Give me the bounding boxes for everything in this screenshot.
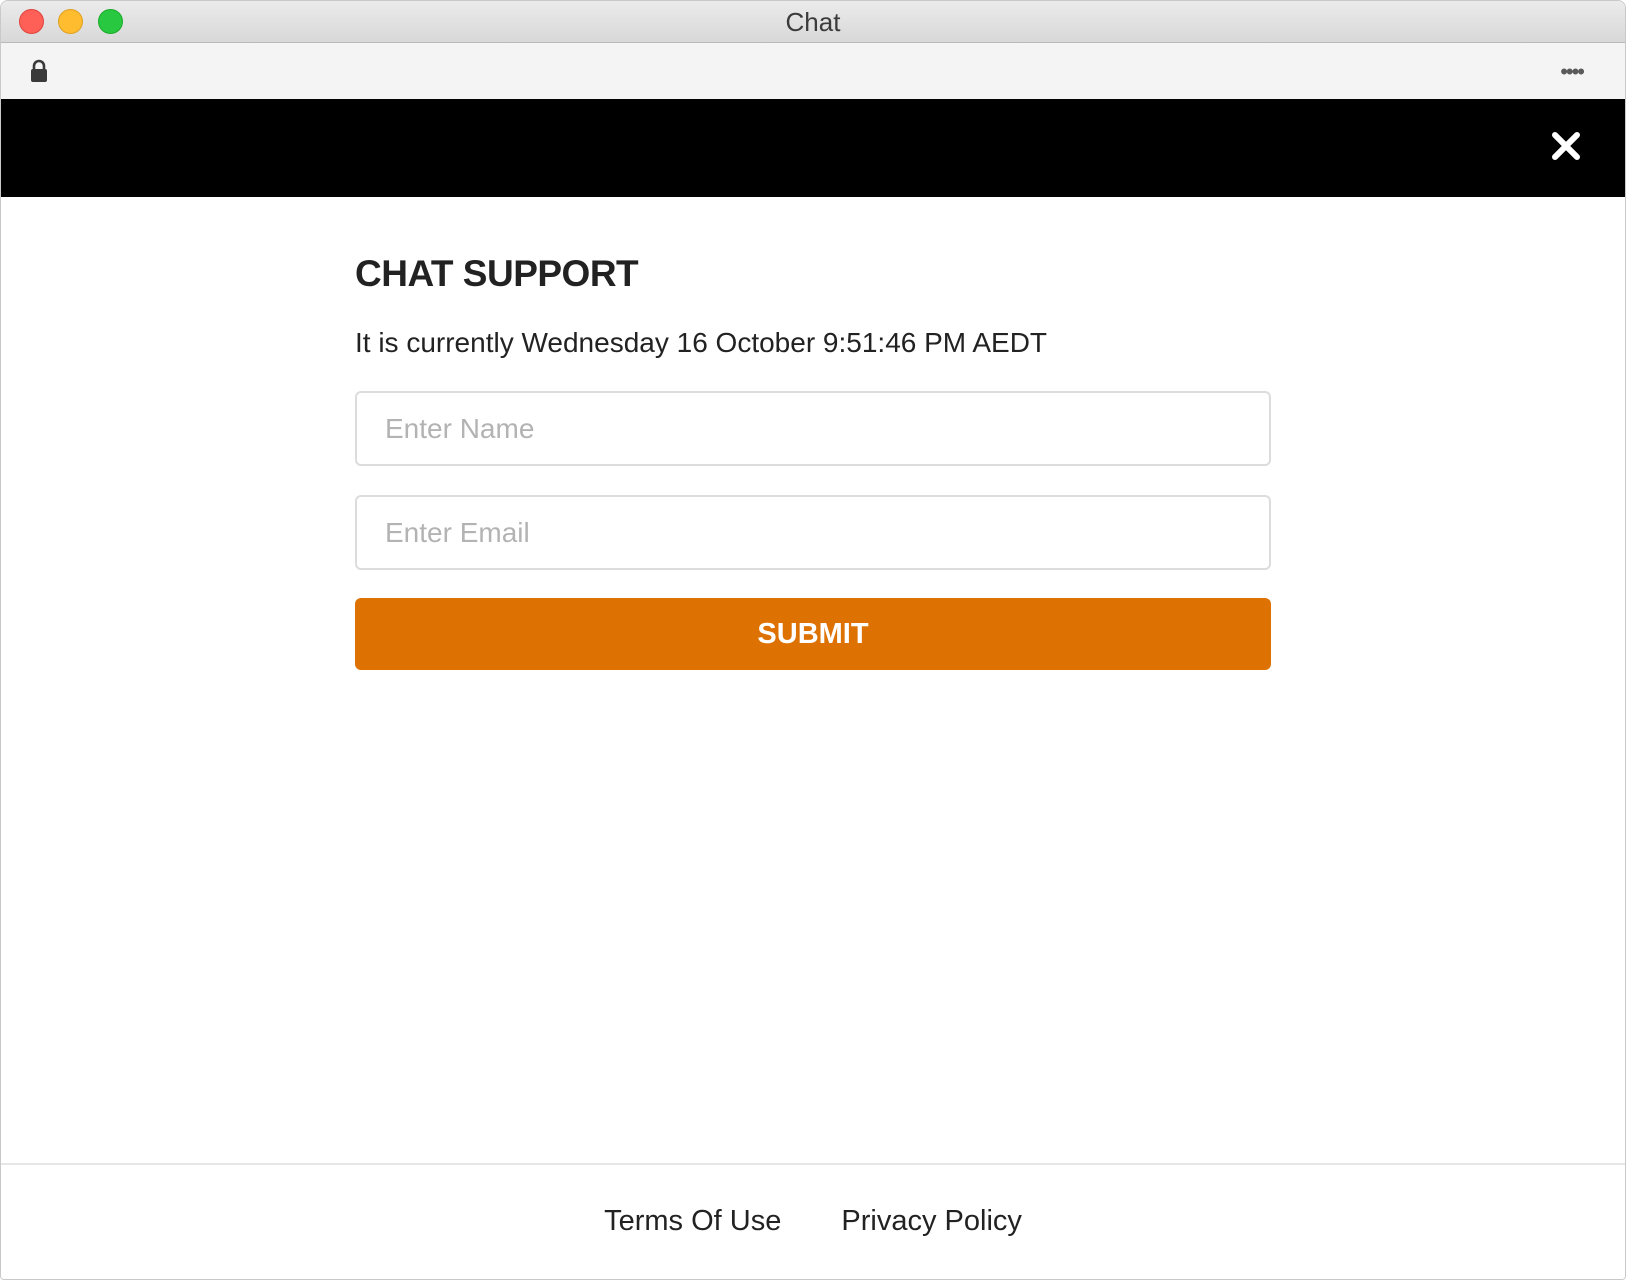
title-bar: Chat bbox=[1, 1, 1625, 43]
lock-icon bbox=[31, 59, 47, 82]
submit-button[interactable]: SUBMIT bbox=[355, 598, 1271, 670]
close-icon[interactable] bbox=[1549, 129, 1583, 163]
address-bar: •••• bbox=[1, 43, 1625, 99]
name-input[interactable] bbox=[355, 391, 1271, 466]
email-input[interactable] bbox=[355, 495, 1271, 570]
more-icon[interactable]: •••• bbox=[1560, 61, 1585, 83]
current-time-text: It is currently Wednesday 16 October 9:5… bbox=[355, 327, 1048, 358]
page-title: CHAT SUPPORT bbox=[355, 253, 639, 294]
privacy-policy-link[interactable]: Privacy Policy bbox=[841, 1205, 1022, 1237]
footer-links: Terms Of Use Privacy Policy bbox=[1, 1205, 1625, 1238]
window-title: Chat bbox=[785, 7, 841, 37]
terms-of-use-link[interactable]: Terms Of Use bbox=[604, 1205, 781, 1237]
browser-window: Chat •••• CHAT SUPPORT It is currently W… bbox=[0, 0, 1626, 1280]
footer: Terms Of Use Privacy Policy bbox=[1, 1163, 1625, 1279]
chat-header bbox=[1, 99, 1625, 197]
